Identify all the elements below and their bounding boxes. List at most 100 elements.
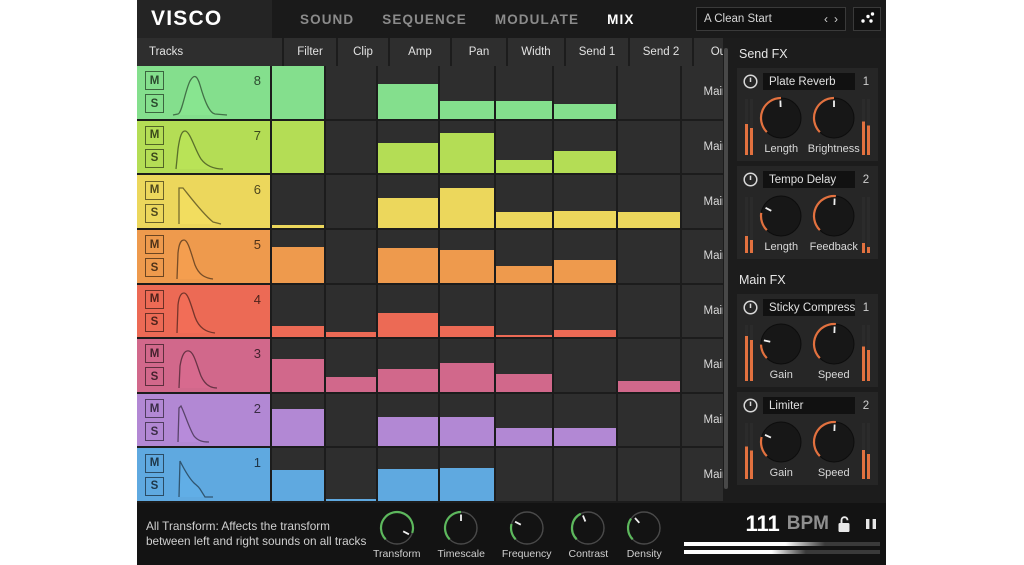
knob-dial[interactable] <box>811 321 857 367</box>
mixer-cell-send2-track-2[interactable] <box>618 393 680 447</box>
track-header-3[interactable]: MS 3 <box>137 339 270 392</box>
mixer-cell-amp-track-2[interactable] <box>378 393 438 447</box>
mixer-cell-pan-track-7[interactable] <box>440 120 494 174</box>
track-output-selector[interactable]: Main <box>682 339 723 392</box>
track-header-2[interactable]: MS 2 <box>137 393 270 447</box>
knob-dial[interactable] <box>811 419 857 465</box>
solo-button-track-3[interactable]: S <box>145 367 164 387</box>
mixer-cell-clip-track-1[interactable] <box>326 448 376 501</box>
mixer-cell-send1-track-4[interactable] <box>554 284 616 338</box>
power-toggle-icon[interactable] <box>743 300 758 315</box>
mute-button-track-8[interactable]: M <box>145 71 164 91</box>
solo-button-track-5[interactable]: S <box>145 258 164 278</box>
fx-name-field[interactable]: Limiter <box>763 397 855 414</box>
knob-dial[interactable] <box>569 509 607 547</box>
mixer-cell-width-track-1[interactable] <box>496 448 552 501</box>
mixer-cell-send2-track-5[interactable] <box>618 229 680 283</box>
mixer-cell-amp-track-5[interactable] <box>378 229 438 283</box>
fx-knob-gain[interactable]: Gain <box>755 419 808 479</box>
mute-button-track-2[interactable]: M <box>145 399 164 419</box>
mute-button-track-7[interactable]: M <box>145 125 164 145</box>
column-header-send-1[interactable]: Send 1 <box>566 38 628 66</box>
mute-button-track-6[interactable]: M <box>145 180 164 200</box>
mixer-cell-filter-track-5[interactable] <box>272 229 324 283</box>
mixer-cell-width-track-4[interactable] <box>496 284 552 338</box>
mixer-cell-send1-track-3[interactable] <box>554 339 616 392</box>
mixer-cell-amp-track-8[interactable] <box>378 66 438 119</box>
mixer-cell-amp-track-7[interactable] <box>378 120 438 174</box>
track-output-selector[interactable]: Main <box>682 66 723 119</box>
mixer-cell-filter-track-6[interactable] <box>272 175 324 228</box>
global-knob-frequency[interactable]: Frequency <box>502 509 552 560</box>
mixer-cell-pan-track-4[interactable] <box>440 284 494 338</box>
knob-dial[interactable] <box>758 95 804 141</box>
mixer-cell-clip-track-3[interactable] <box>326 339 376 392</box>
mixer-cell-amp-track-4[interactable] <box>378 284 438 338</box>
column-header-clip[interactable]: Clip <box>338 38 388 66</box>
mixer-cell-send2-track-4[interactable] <box>618 284 680 338</box>
mixer-cell-width-track-5[interactable] <box>496 229 552 283</box>
mixer-cell-send2-track-8[interactable] <box>618 66 680 119</box>
column-header-filter[interactable]: Filter <box>284 38 336 66</box>
mixer-cell-pan-track-5[interactable] <box>440 229 494 283</box>
fx-name-field[interactable]: Tempo Delay <box>763 171 855 188</box>
knob-dial[interactable] <box>378 509 416 547</box>
solo-button-track-2[interactable]: S <box>145 422 164 442</box>
mixer-cell-pan-track-2[interactable] <box>440 393 494 447</box>
mixer-cell-send1-track-8[interactable] <box>554 66 616 119</box>
mixer-cell-filter-track-3[interactable] <box>272 339 324 392</box>
track-header-4[interactable]: MS 4 <box>137 284 270 338</box>
column-header-send-2[interactable]: Send 2 <box>630 38 692 66</box>
solo-button-track-1[interactable]: S <box>145 476 164 496</box>
knob-dial[interactable] <box>442 509 480 547</box>
column-header-amp[interactable]: Amp <box>390 38 450 66</box>
fx-knob-speed[interactable]: Speed <box>808 321 861 381</box>
mixer-cell-send2-track-7[interactable] <box>618 120 680 174</box>
track-header-1[interactable]: MS 1 <box>137 448 270 501</box>
fx-knob-length[interactable]: Length <box>755 193 808 253</box>
fx-knob-gain[interactable]: Gain <box>755 321 808 381</box>
track-output-selector[interactable]: Main <box>682 284 723 338</box>
column-header-width[interactable]: Width <box>508 38 564 66</box>
fx-name-field[interactable]: Sticky Compressor <box>763 299 855 316</box>
mixer-scrollbar[interactable] <box>723 38 729 503</box>
tab-sequence[interactable]: SEQUENCE <box>382 12 467 27</box>
fx-name-field[interactable]: Plate Reverb <box>763 73 855 90</box>
randomize-button[interactable] <box>853 7 881 31</box>
preset-selector[interactable]: A Clean Start ‹ › <box>696 7 846 31</box>
mixer-cell-pan-track-1[interactable] <box>440 448 494 501</box>
knob-dial[interactable] <box>811 193 857 239</box>
mixer-cell-pan-track-8[interactable] <box>440 66 494 119</box>
tempo-lock-button[interactable] <box>836 515 853 534</box>
mixer-cell-send1-track-6[interactable] <box>554 175 616 228</box>
mixer-cell-amp-track-6[interactable] <box>378 175 438 228</box>
track-header-5[interactable]: MS 5 <box>137 229 270 283</box>
mixer-cell-width-track-7[interactable] <box>496 120 552 174</box>
knob-dial[interactable] <box>758 193 804 239</box>
mixer-cell-filter-track-2[interactable] <box>272 393 324 447</box>
mixer-cell-width-track-6[interactable] <box>496 175 552 228</box>
power-toggle-icon[interactable] <box>743 398 758 413</box>
mixer-cell-clip-track-2[interactable] <box>326 393 376 447</box>
mixer-cell-clip-track-6[interactable] <box>326 175 376 228</box>
knob-dial[interactable] <box>758 321 804 367</box>
track-output-selector[interactable]: Main <box>682 448 723 501</box>
mixer-cell-send2-track-3[interactable] <box>618 339 680 392</box>
solo-button-track-7[interactable]: S <box>145 148 164 168</box>
mixer-cell-clip-track-4[interactable] <box>326 284 376 338</box>
track-output-selector[interactable]: Main <box>682 175 723 228</box>
global-knob-transform[interactable]: Transform <box>373 509 420 560</box>
knob-dial[interactable] <box>625 509 663 547</box>
mixer-cell-filter-track-8[interactable] <box>272 66 324 119</box>
mixer-cell-amp-track-1[interactable] <box>378 448 438 501</box>
global-knob-timescale[interactable]: Timescale <box>437 509 485 560</box>
knob-dial[interactable] <box>811 95 857 141</box>
fx-knob-brightness[interactable]: Brightness <box>808 95 861 155</box>
mixer-scrollbar-thumb[interactable] <box>724 48 728 489</box>
mixer-cell-send2-track-1[interactable] <box>618 448 680 501</box>
knob-dial[interactable] <box>758 419 804 465</box>
solo-button-track-8[interactable]: S <box>145 94 164 114</box>
mixer-cell-width-track-8[interactable] <box>496 66 552 119</box>
tab-sound[interactable]: SOUND <box>300 12 354 27</box>
mute-button-track-1[interactable]: M <box>145 453 164 473</box>
